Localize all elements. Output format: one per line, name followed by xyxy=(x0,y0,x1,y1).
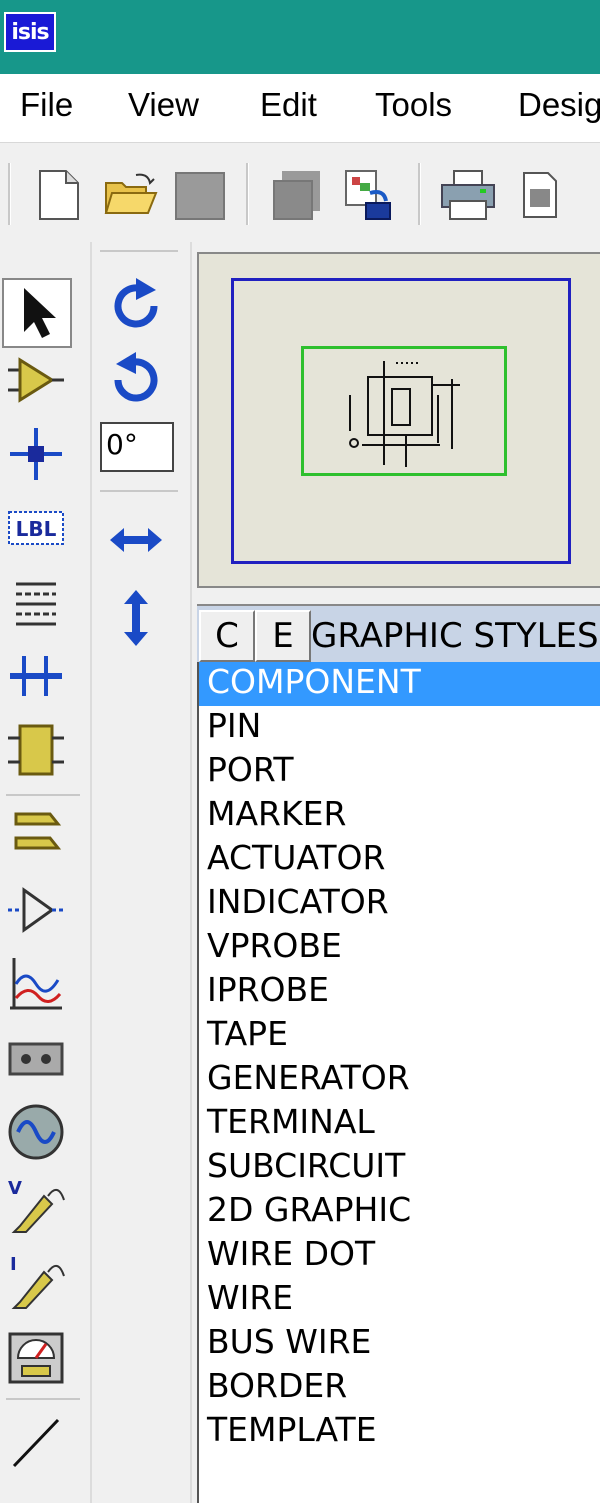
virtual-instrument-icon[interactable] xyxy=(6,1328,66,1388)
import-icon[interactable] xyxy=(270,167,326,223)
svg-text:LBL: LBL xyxy=(16,517,57,541)
print-area-icon[interactable] xyxy=(512,167,568,223)
list-item[interactable]: COMPONENT xyxy=(199,662,600,706)
toolbar-separator xyxy=(100,490,178,492)
list-item[interactable]: VPROBE xyxy=(199,926,600,970)
list-item[interactable]: BORDER xyxy=(199,1366,600,1410)
list-item[interactable]: GENERATOR xyxy=(199,1058,600,1102)
junction-dot-icon[interactable] xyxy=(6,424,66,484)
overview-window[interactable] xyxy=(197,252,600,588)
toolbar-separator xyxy=(418,163,421,225)
mode-toolbar: LBL V I xyxy=(0,242,92,1503)
toolbar-separator xyxy=(6,1398,80,1400)
text-script-icon[interactable] xyxy=(6,572,66,632)
list-item[interactable]: INDICATOR xyxy=(199,882,600,926)
voltage-probe-icon[interactable]: V xyxy=(6,1176,66,1236)
list-item[interactable]: BUS WIRE xyxy=(199,1322,600,1366)
rotate-anticlockwise-icon[interactable] xyxy=(106,350,166,410)
view-window-indicator[interactable] xyxy=(301,346,507,476)
menu-design[interactable]: Design xyxy=(518,86,600,124)
list-item[interactable]: WIRE DOT xyxy=(199,1234,600,1278)
toolbar-separator xyxy=(100,250,178,252)
list-item[interactable]: TERMINAL xyxy=(199,1102,600,1146)
tape-recorder-icon[interactable] xyxy=(6,1028,66,1088)
line-2d-icon[interactable] xyxy=(6,1412,66,1472)
device-pin-icon[interactable] xyxy=(6,880,66,940)
terminal-icon[interactable] xyxy=(6,806,66,866)
title-bar: isis xyxy=(0,0,600,74)
graph-icon[interactable] xyxy=(6,954,66,1014)
object-selector-header: C E GRAPHIC STYLES xyxy=(197,604,600,664)
selection-mode-icon[interactable] xyxy=(2,278,72,348)
list-item[interactable]: PIN xyxy=(199,706,600,750)
generator-icon[interactable] xyxy=(6,1102,66,1162)
rotation-angle-input[interactable]: 0° xyxy=(100,422,174,472)
list-item[interactable]: MARKER xyxy=(199,794,600,838)
svg-text:V: V xyxy=(8,1178,22,1199)
menu-edit[interactable]: Edit xyxy=(260,86,317,124)
app-logo: isis xyxy=(4,12,56,52)
menu-tools[interactable]: Tools xyxy=(375,86,452,124)
list-item[interactable]: SUBCIRCUIT xyxy=(199,1146,600,1190)
list-item[interactable]: TAPE xyxy=(199,1014,600,1058)
mirror-vertical-icon[interactable] xyxy=(106,588,166,648)
open-folder-icon[interactable] xyxy=(102,167,158,223)
rotate-clockwise-icon[interactable] xyxy=(106,276,166,336)
toolbar-separator xyxy=(6,794,80,796)
component-mode-icon[interactable] xyxy=(6,350,66,410)
list-item[interactable]: WIRE xyxy=(199,1278,600,1322)
print-icon[interactable] xyxy=(440,167,496,223)
new-file-icon[interactable] xyxy=(30,167,86,223)
edit-style-button[interactable]: E xyxy=(255,610,311,662)
list-item[interactable]: ACTUATOR xyxy=(199,838,600,882)
list-item[interactable]: IPROBE xyxy=(199,970,600,1014)
main-toolbar xyxy=(0,142,600,243)
wire-label-icon[interactable]: LBL xyxy=(6,498,66,558)
component-picker-button[interactable]: C xyxy=(199,610,255,662)
current-probe-icon[interactable]: I xyxy=(6,1252,66,1312)
subcircuit-icon[interactable] xyxy=(6,720,66,780)
menu-view[interactable]: View xyxy=(128,86,199,124)
bus-icon[interactable] xyxy=(6,646,66,706)
menu-file[interactable]: File xyxy=(20,86,73,124)
toolbar-grip xyxy=(8,163,11,225)
menu-bar: File View Edit Tools Design xyxy=(0,74,600,142)
circuit-thumbnail xyxy=(349,361,460,467)
list-item[interactable]: 2D GRAPHIC xyxy=(199,1190,600,1234)
orientation-toolbar: 0° xyxy=(92,242,192,1503)
svg-text:I: I xyxy=(10,1254,17,1275)
object-selector-title: GRAPHIC STYLES xyxy=(311,616,599,656)
export-icon[interactable] xyxy=(340,167,396,223)
list-item[interactable]: TEMPLATE xyxy=(199,1410,600,1454)
toolbar-separator xyxy=(246,163,249,225)
save-icon[interactable] xyxy=(172,167,228,223)
graphic-styles-list[interactable]: COMPONENT PIN PORT MARKER ACTUATOR INDICATOR V… xyxy=(197,662,600,1503)
mirror-horizontal-icon[interactable] xyxy=(106,510,166,570)
list-item[interactable]: PORT xyxy=(199,750,600,794)
